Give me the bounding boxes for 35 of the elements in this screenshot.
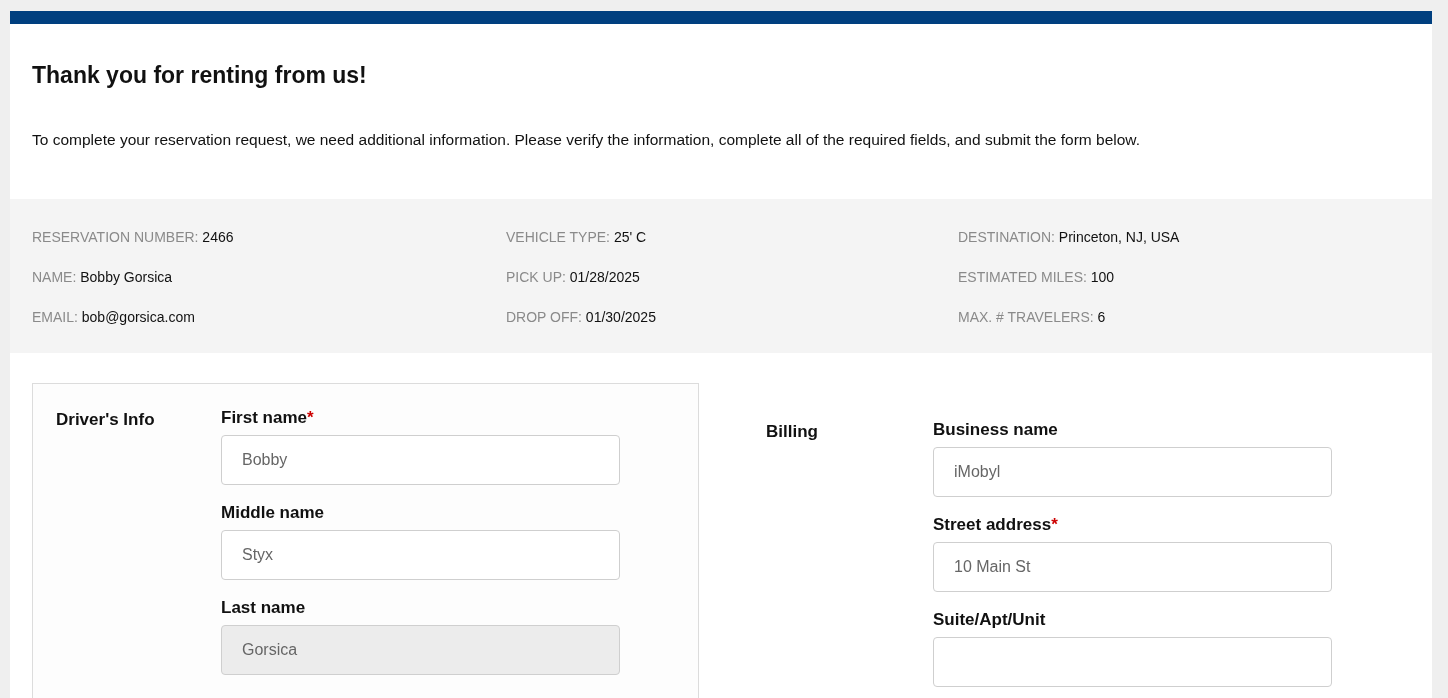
summary-value: Bobby Gorsica: [80, 269, 173, 285]
summary-label: EMAIL:: [32, 309, 78, 325]
summary-value: 25' C: [613, 229, 647, 245]
field-label-text: Last name: [221, 598, 306, 617]
field-label-text: Business name: [933, 420, 1058, 439]
summary-value: Princeton, NJ, USA: [1058, 229, 1180, 245]
input-field[interactable]: [933, 637, 1332, 687]
summary-label: PICK UP:: [506, 269, 566, 285]
summary-label: RESERVATION NUMBER:: [32, 229, 199, 245]
required-mark: *: [1051, 515, 1058, 534]
required-mark: *: [307, 408, 314, 427]
summary-value: 01/30/2025: [585, 309, 656, 325]
field-label-text: First name: [221, 408, 307, 427]
input-field[interactable]: Bobby: [221, 435, 620, 485]
summary-value: 01/28/2025: [569, 269, 640, 285]
summary-label: MAX. # TRAVELERS:: [958, 309, 1094, 325]
summary-label: NAME:: [32, 269, 77, 285]
summary-label: DROP OFF:: [506, 309, 582, 325]
summary-label: VEHICLE TYPE:: [506, 229, 610, 245]
summary-value: 6: [1097, 309, 1106, 325]
section-title: Driver's Info: [56, 409, 156, 430]
input-field[interactable]: Styx: [221, 530, 620, 580]
input-field[interactable]: 10 Main St: [933, 542, 1332, 592]
intro-text: To complete your reservation request, we need additional information. Please verify the information, complete all of the required fields, and submit the form below.: [32, 130, 1141, 150]
summary-value: bob@gorsica.com: [81, 309, 195, 325]
summary-value: 100: [1090, 269, 1115, 285]
summary-label: ESTIMATED MILES:: [958, 269, 1087, 285]
summary-value: 2466: [202, 229, 234, 245]
page-heading: Thank you for renting from us!: [32, 62, 368, 89]
field-label-text: Street address: [933, 515, 1052, 534]
field-label-text: Middle name: [221, 503, 324, 522]
section-title: Billing: [766, 421, 819, 442]
field-label-text: Suite/Apt/Unit: [933, 610, 1046, 629]
input-field[interactable]: iMobyl: [933, 447, 1332, 497]
summary-label: DESTINATION:: [958, 229, 1055, 245]
